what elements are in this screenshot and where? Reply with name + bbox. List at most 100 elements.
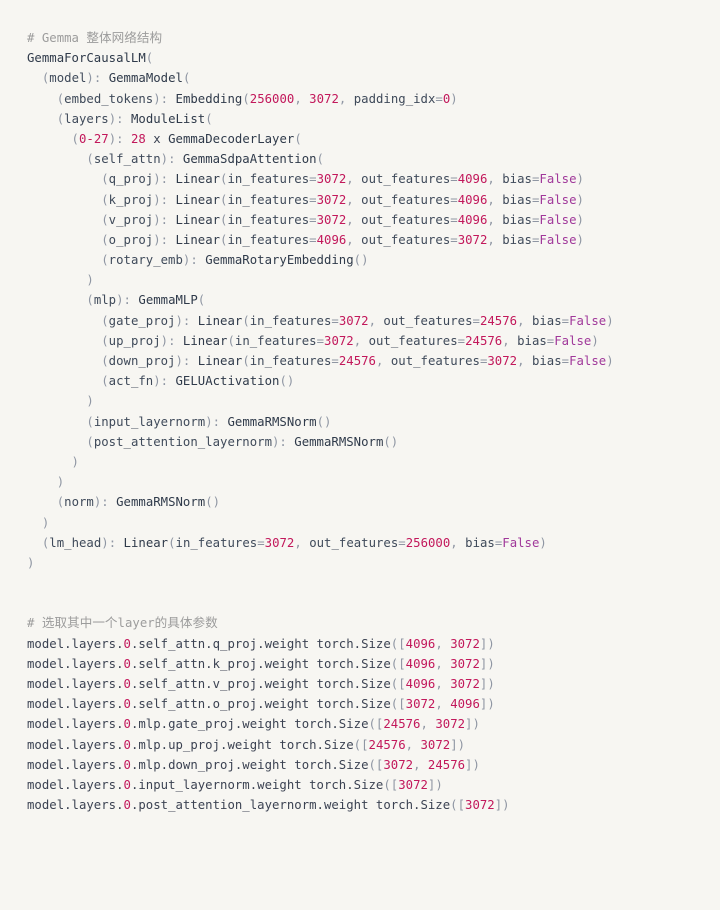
code-token-punc: , — [517, 313, 532, 328]
code-token-cls: Linear — [197, 313, 243, 328]
code-token-name: v_proj — [108, 212, 154, 227]
code-token-punc: , — [346, 212, 362, 227]
code-token-punc: ]) — [465, 717, 480, 732]
code-token-plain: x — [145, 131, 169, 146]
code-token-cls: Linear — [123, 535, 169, 550]
code-token-cls: GemmaForCausalLM — [27, 51, 146, 66]
code-token-punc: ): — [153, 212, 176, 227]
code-token-op: = — [309, 172, 317, 187]
code-line: model.layers.0.post_attention_layernorm.… — [27, 795, 712, 815]
code-token-attr: out_features — [361, 192, 451, 207]
code-token-bool: False — [539, 172, 577, 187]
code-token-punc: ( — [86, 414, 94, 429]
code-token-cls: GELUActivation — [175, 374, 280, 389]
code-token-num: 3072 — [316, 172, 347, 187]
code-line: model.layers.0.self_attn.q_proj.weight t… — [27, 634, 712, 654]
code-token-punc: , — [375, 354, 391, 368]
code-token-punc: ( — [294, 131, 302, 146]
code-token-punc: ( — [101, 232, 109, 247]
code-token-num: 0-27 — [78, 131, 109, 146]
code-token-punc: ( — [86, 434, 94, 449]
code-token-punc: ( — [101, 253, 109, 268]
code-token-cls: GemmaDecoderLayer — [168, 131, 295, 146]
code-token-plain: model.layers. — [27, 757, 124, 772]
code-token-punc: ( — [101, 172, 109, 187]
code-token-punc: ) — [576, 212, 584, 227]
code-token-attr: out_features — [368, 333, 458, 348]
code-token-cls: GemmaRMSNorm — [116, 495, 206, 510]
code-token-cls: Linear — [175, 192, 221, 207]
code-token-punc: ): — [153, 91, 176, 106]
code-line: (gate_proj): Linear(in_features=3072, ou… — [27, 311, 712, 331]
code-line: (post_attention_layernorm): GemmaRMSNorm… — [27, 432, 712, 452]
code-token-plain: .self_attn.o_proj.weight torch.Size — [130, 697, 391, 712]
code-line: (layers): ModuleList( — [27, 109, 712, 129]
code-token-punc: ( — [182, 71, 191, 86]
code-token-punc: ([ — [383, 777, 399, 792]
code-token-punc: ( — [101, 354, 109, 368]
code-token-punc: () — [205, 495, 221, 510]
code-token-punc: ([ — [390, 656, 406, 671]
code-token-cls: GemmaModel — [108, 71, 183, 86]
code-token-cls: Linear — [182, 333, 228, 348]
code-line: model.layers.0.mlp.up_proj.weight torch.… — [27, 735, 712, 755]
code-token-num: 24576 — [427, 757, 466, 772]
code-token-attr: bias — [502, 232, 532, 247]
code-block-separator — [0, 573, 720, 613]
code-token-punc: , — [487, 212, 503, 227]
code-line: # 选取其中一个layer的具体参数 — [27, 613, 712, 633]
code-token-num: 3072 — [457, 232, 488, 247]
code-token-punc: ): — [160, 333, 183, 348]
code-line: (lm_head): Linear(in_features=3072, out_… — [27, 533, 712, 553]
code-token-plain: model.layers. — [27, 636, 124, 651]
code-token-num: 24576 — [368, 737, 406, 752]
code-token-attr: out_features — [390, 354, 480, 368]
code-line: (up_proj): Linear(in_features=3072, out_… — [27, 331, 712, 351]
code-screenshot-page: # Gemma 整体网络结构 GemmaForCausalLM( (model):… — [0, 0, 720, 910]
code-token-num: 3072 — [465, 798, 495, 813]
code-token-num: 24576 — [479, 313, 518, 328]
code-token-name: q_proj — [108, 172, 154, 187]
code-token-punc: ) — [41, 515, 50, 530]
code-token-num: 4096 — [405, 636, 436, 651]
code-token-plain: .self_attn.q_proj.weight torch.Size — [130, 636, 391, 651]
code-line: (input_layernorm): GemmaRMSNorm() — [27, 412, 712, 432]
code-token-name: rotary_emb — [108, 253, 183, 268]
code-token-punc: ]) — [465, 757, 480, 772]
code-block-model-architecture: # Gemma 整体网络结构 GemmaForCausalLM( (model):… — [0, 28, 720, 573]
code-token-punc: , — [294, 91, 310, 106]
code-token-punc: ([ — [450, 798, 466, 813]
code-token-plain: .self_attn.k_proj.weight torch.Size — [130, 656, 391, 671]
code-token-punc: , — [502, 333, 518, 348]
code-token-punc: ) — [606, 313, 614, 328]
code-token-num: 3072 — [383, 757, 414, 772]
code-block-layer-parameter-shapes: # 选取其中一个layer的具体参数 model.layers.0.self_at… — [0, 613, 720, 815]
code-token-punc: ): — [153, 172, 176, 187]
code-token-punc: ) — [86, 394, 94, 409]
code-token-punc: , — [450, 535, 466, 550]
code-line: (o_proj): Linear(in_features=4096, out_f… — [27, 230, 712, 250]
code-token-punc: ) — [86, 273, 94, 288]
code-token-op: = — [331, 313, 339, 328]
code-line: ) — [27, 452, 712, 472]
code-line: (self_attn): GemmaSdpaAttention( — [27, 149, 712, 169]
code-line: (act_fn): GELUActivation() — [27, 371, 712, 391]
code-token-punc: , — [353, 333, 369, 348]
code-token-plain: .mlp.down_proj.weight torch.Size — [130, 757, 369, 772]
code-token-punc: , — [346, 232, 362, 247]
code-token-bool: False — [539, 212, 577, 227]
code-line: (embed_tokens): Embedding(256000, 3072, … — [27, 89, 712, 109]
code-token-plain: .self_attn.v_proj.weight torch.Size — [130, 677, 391, 692]
code-token-plain: .mlp.up_proj.weight torch.Size — [130, 737, 354, 752]
code-token-punc: ([ — [368, 717, 384, 732]
code-token-name: self_attn — [93, 152, 161, 167]
code-token-plain: .input_layernorm.weight torch.Size — [130, 777, 384, 792]
code-token-attr: bias — [502, 192, 532, 207]
